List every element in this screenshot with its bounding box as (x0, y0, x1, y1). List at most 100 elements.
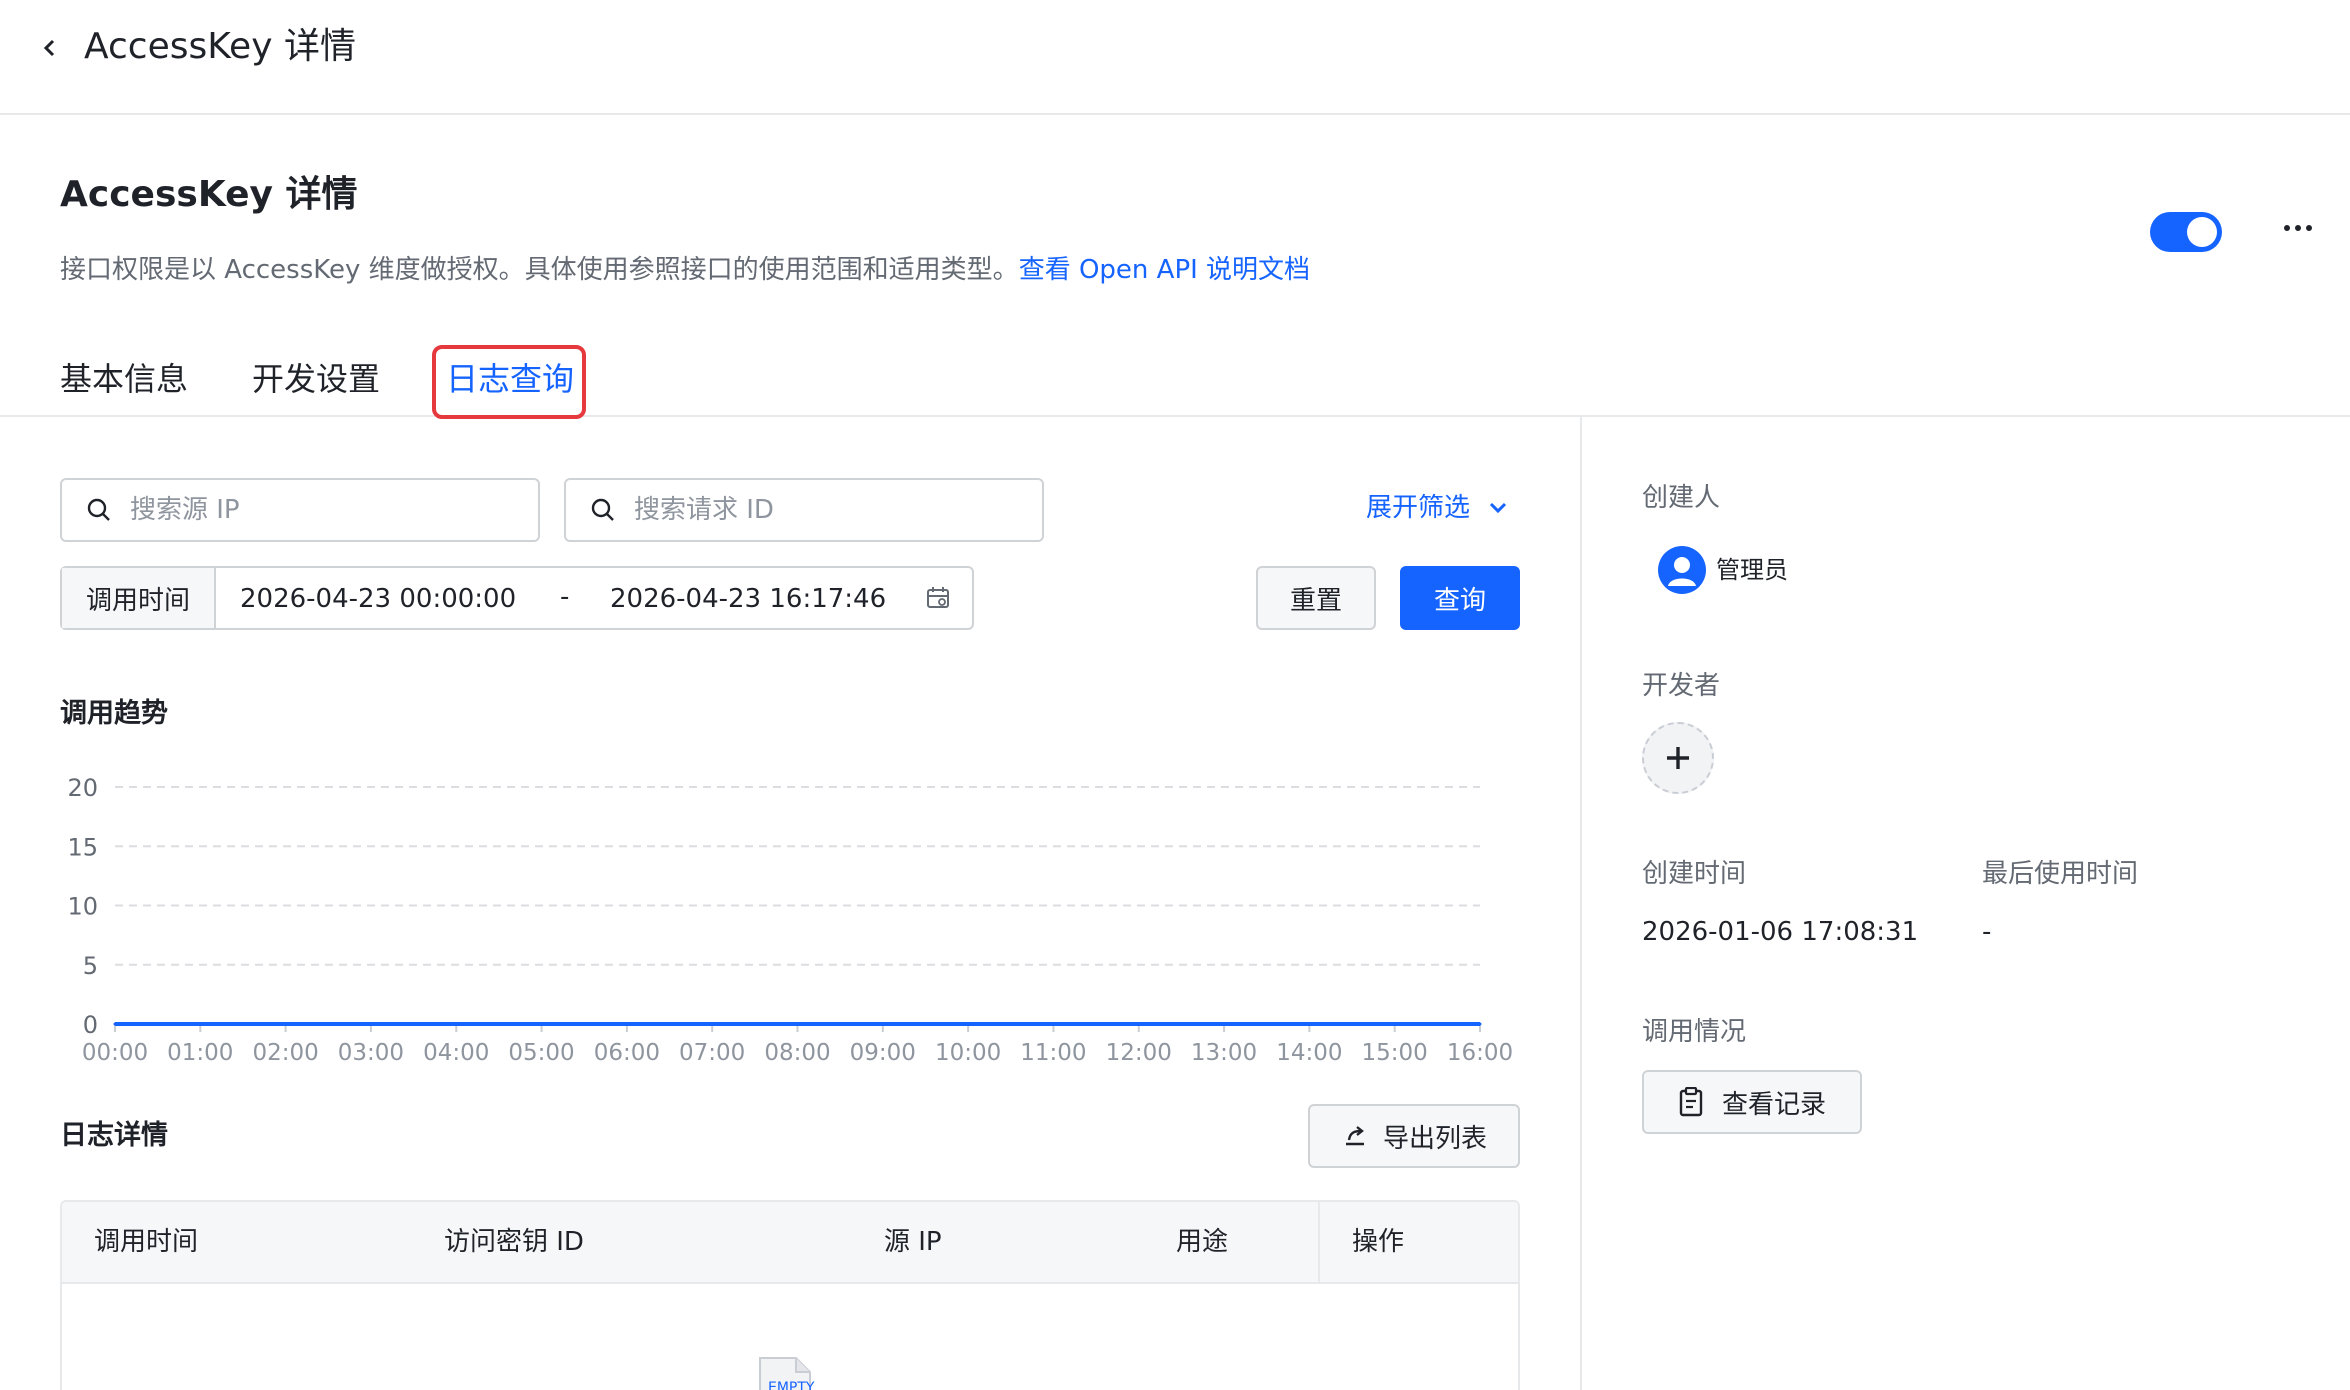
creator-avatar (1658, 546, 1706, 594)
source-ip-input[interactable] (130, 495, 510, 525)
call-trend-title: 调用趋势 (60, 698, 168, 729)
y-tick-label: 10 (67, 893, 98, 921)
tab-basic-info[interactable]: 基本信息 (60, 357, 188, 401)
column-header-access-key-id: 访问密钥 ID (444, 1227, 584, 1257)
x-tick-label: 06:00 (594, 1040, 660, 1066)
x-tick-label: 15:00 (1362, 1040, 1428, 1066)
toggle-knob (2187, 217, 2217, 247)
export-icon (1345, 1126, 1364, 1146)
empty-state-icon: EMPTY (759, 1357, 815, 1390)
add-developer-button[interactable] (1642, 722, 1714, 794)
series-point (113, 1022, 117, 1026)
table-header: 调用时间 访问密钥 ID 源 IP 用途 操作 (62, 1202, 1518, 1284)
expand-filter-label: 展开筛选 (1366, 493, 1471, 523)
x-tick-label: 03:00 (338, 1040, 404, 1066)
series-point (881, 1022, 885, 1026)
call-time-label: 调用时间 (62, 568, 216, 628)
y-tick-label: 15 (67, 833, 98, 861)
open-api-doc-link[interactable]: 查看 Open API 说明文档 (1019, 255, 1310, 285)
active-tab-highlight-box (432, 345, 586, 419)
x-tick-label: 02:00 (252, 1040, 318, 1066)
x-tick-label: 04:00 (423, 1040, 489, 1066)
series-point (454, 1022, 458, 1026)
log-table: 调用时间 访问密钥 ID 源 IP 用途 操作 EMPTY (60, 1200, 1520, 1390)
top-bar-title: AccessKey 详情 (84, 26, 356, 67)
search-icon (87, 498, 110, 521)
series-point (1222, 1022, 1226, 1026)
chevron-left-icon (43, 39, 55, 57)
x-tick-label: 08:00 (764, 1040, 830, 1066)
series-point (710, 1022, 714, 1026)
enable-toggle[interactable] (2150, 212, 2222, 252)
page-description: 接口权限是以 AccessKey 维度做授权。具体使用参照接口的使用范围和适用类… (60, 252, 1310, 288)
x-tick-label: 05:00 (508, 1040, 574, 1066)
creator-name: 管理员 (1716, 556, 1788, 584)
series-point (540, 1022, 544, 1026)
last-used-value: - (1982, 917, 1992, 947)
x-tick-label: 12:00 (1106, 1040, 1172, 1066)
panel-divider (1580, 417, 1582, 1390)
x-tick-label: 01:00 (167, 1040, 233, 1066)
x-tick-label: 10:00 (935, 1040, 1001, 1066)
created-time-label: 创建时间 (1642, 859, 1747, 889)
view-records-button[interactable]: 查看记录 (1642, 1070, 1862, 1134)
tab-dev-settings[interactable]: 开发设置 (252, 357, 380, 401)
series-point (1393, 1022, 1397, 1026)
column-header-purpose: 用途 (1176, 1227, 1229, 1257)
column-header-source-ip: 源 IP (884, 1227, 942, 1257)
more-dot-icon (2295, 225, 2301, 231)
calendar-icon (927, 587, 949, 608)
series-point (1137, 1022, 1141, 1026)
source-ip-search[interactable] (60, 478, 540, 542)
series-point (1307, 1022, 1311, 1026)
more-options-button[interactable] (2276, 206, 2320, 250)
operation-column-divider (1318, 1202, 1320, 1284)
request-id-input[interactable] (634, 495, 1014, 525)
y-tick-label: 5 (83, 952, 98, 980)
tab-bar: 基本信息 开发设置 日志查询 (0, 345, 2350, 419)
plus-icon (1667, 747, 1689, 769)
call-trend-chart: 0 5 10 15 20 00:00 01:00 02:00 03:00 04:00 05:00 06… (67, 774, 1513, 1066)
back-button[interactable] (30, 28, 70, 68)
y-tick-label: 0 (83, 1011, 98, 1039)
log-details-title: 日志详情 (60, 1120, 168, 1151)
x-tick-label: 11:00 (1020, 1040, 1086, 1066)
export-list-button[interactable]: 导出列表 (1308, 1104, 1520, 1168)
more-dot-icon (2306, 225, 2312, 231)
series-point (796, 1022, 799, 1026)
end-time-value[interactable]: 2026-04-23 16:17:46 (610, 582, 886, 616)
x-tick-label: 09:00 (850, 1040, 916, 1066)
series-point (1051, 1022, 1055, 1026)
column-header-operation: 操作 (1352, 1227, 1405, 1257)
x-tick-label: 14:00 (1276, 1040, 1342, 1066)
call-time-range-picker[interactable]: 调用时间 2026-04-23 00:00:00 - 2026-04-23 16… (60, 566, 974, 630)
reset-button[interactable]: 重置 (1256, 566, 1376, 630)
last-used-label: 最后使用时间 (1982, 859, 2139, 889)
usage-label: 调用情况 (1642, 1017, 1747, 1047)
creator-label: 创建人 (1642, 483, 1721, 513)
x-tick-label: 07:00 (679, 1040, 745, 1066)
search-icon (591, 498, 614, 521)
range-separator: - (560, 582, 570, 612)
description-text: 接口权限是以 AccessKey 维度做授权。具体使用参照接口的使用范围和适用类… (60, 255, 1019, 285)
column-header-call-time: 调用时间 (94, 1227, 199, 1257)
export-list-label: 导出列表 (1382, 1123, 1487, 1154)
series-point (966, 1022, 970, 1026)
series-point (1478, 1022, 1482, 1026)
clipboard-icon (1679, 1087, 1703, 1117)
query-button[interactable]: 查询 (1400, 566, 1520, 630)
series-point (369, 1022, 373, 1026)
request-id-search[interactable] (564, 478, 1044, 542)
empty-state-text: EMPTY (768, 1380, 815, 1390)
more-dot-icon (2284, 225, 2290, 231)
top-bar: AccessKey 详情 (0, 0, 2350, 115)
view-records-label: 查看记录 (1721, 1089, 1826, 1120)
page-title: AccessKey 详情 (60, 174, 358, 215)
expand-filter-toggle[interactable]: 展开筛选 (1366, 490, 1508, 526)
created-time-value: 2026-01-06 17:08:31 (1642, 917, 1919, 947)
series-point (198, 1022, 202, 1026)
start-time-value[interactable]: 2026-04-23 00:00:00 (240, 582, 516, 616)
x-tick-label: 16:00 (1447, 1040, 1513, 1066)
developer-label: 开发者 (1642, 671, 1721, 701)
x-tick-label: 00:00 (82, 1040, 148, 1066)
